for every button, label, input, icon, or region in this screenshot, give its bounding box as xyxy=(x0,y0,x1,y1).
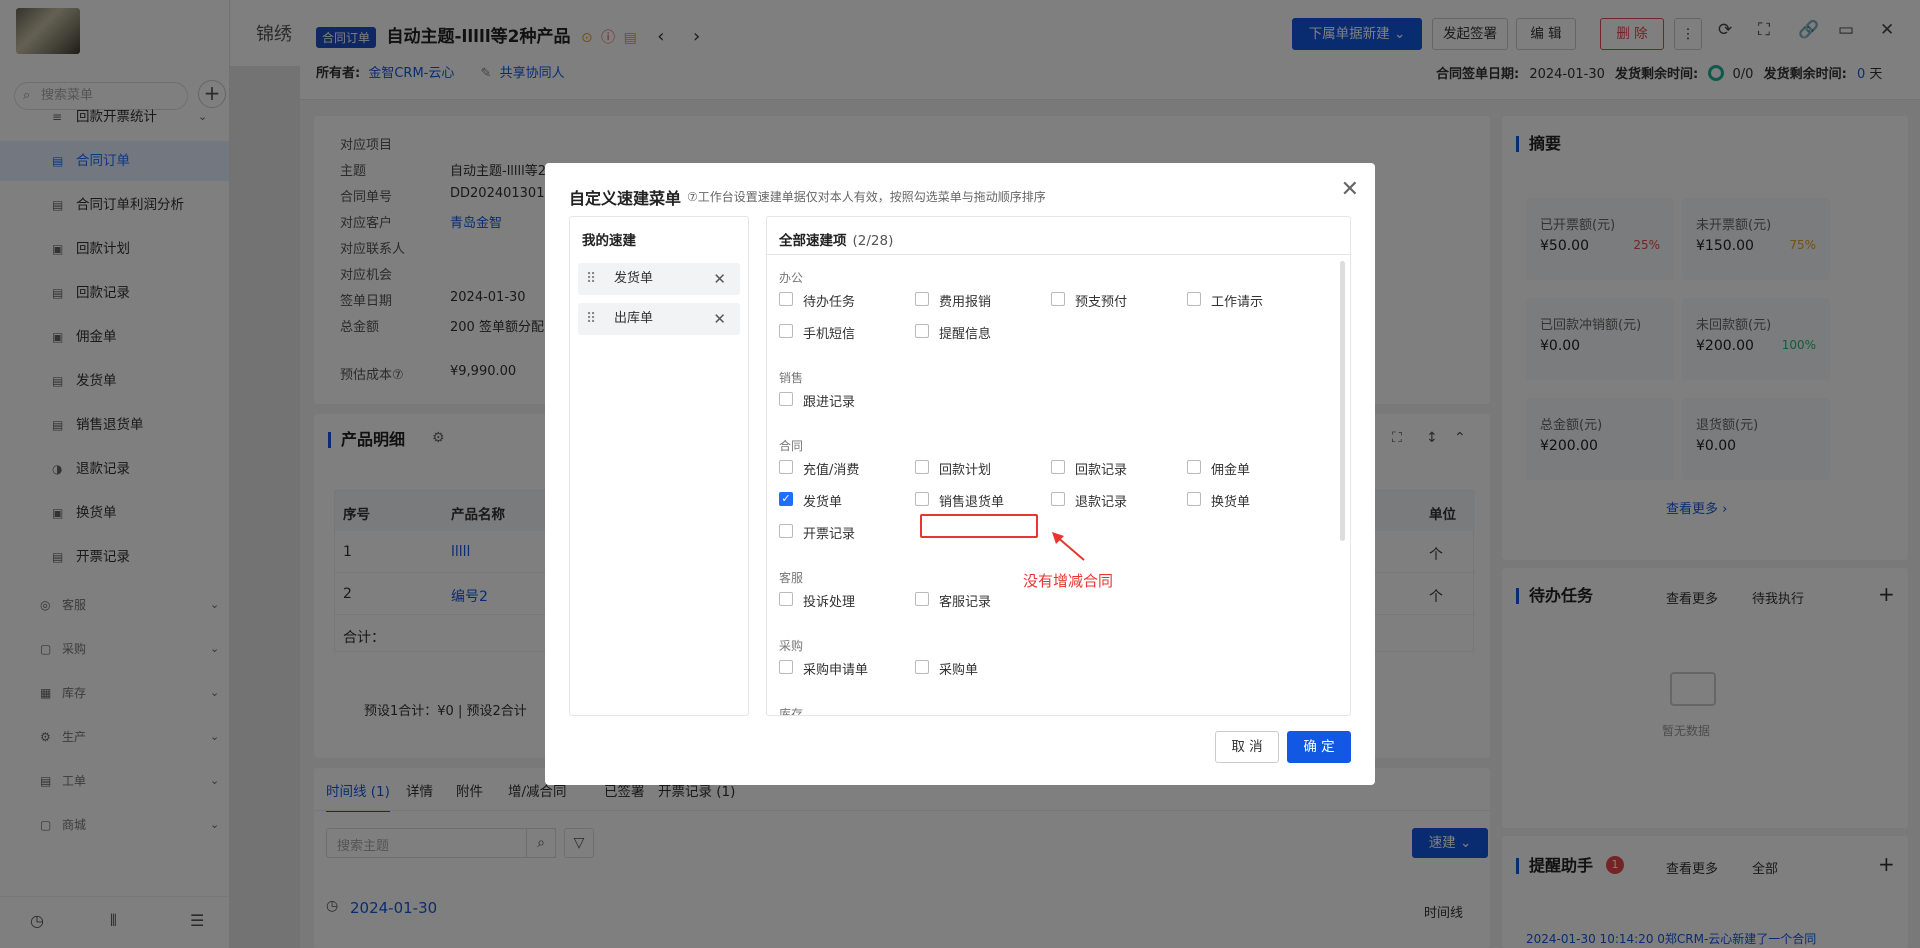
checkbox-box[interactable] xyxy=(1051,292,1065,306)
checkbox-label: 手机短信 xyxy=(803,327,856,342)
checkbox-box[interactable] xyxy=(1051,460,1065,474)
checkbox-label: 佣金单 xyxy=(1211,463,1251,478)
checkbox-label: 提醒信息 xyxy=(939,327,992,342)
checkbox-label: 预支预付 xyxy=(1075,295,1128,310)
annotation-highlight-box xyxy=(920,514,1038,538)
group-heading: 办公 xyxy=(779,271,804,285)
checkbox-label: 客服记录 xyxy=(939,595,992,610)
checkbox-label: 发货单 xyxy=(803,495,843,510)
checkbox-box[interactable] xyxy=(915,460,929,474)
selected-item-2[interactable]: ⠿ 出库单 ✕ xyxy=(578,303,740,335)
checkbox-box[interactable] xyxy=(779,292,793,306)
checkbox-box[interactable] xyxy=(779,524,793,538)
annotation-arrow-icon xyxy=(1052,532,1085,561)
all-quick-create-panel: 全部速建项 (2/28) 办公待办任务 费用报销 预支预付 工作请示手机短信 提醒信息销售… xyxy=(766,216,1351,716)
scrollbar[interactable] xyxy=(1340,261,1345,541)
checkbox-box[interactable] xyxy=(915,324,929,338)
group-heading: 合同 xyxy=(779,439,804,453)
checkbox-label: 采购申请单 xyxy=(803,663,869,678)
checkbox-box[interactable] xyxy=(915,492,929,506)
checkbox-label: 费用报销 xyxy=(939,295,992,310)
dialog-close-icon[interactable]: ✕ xyxy=(1341,179,1359,201)
my-quick-create-title: 我的速建 xyxy=(582,233,636,249)
all-quick-create-header: 全部速建项 (2/28) xyxy=(767,217,1350,255)
checkbox-box[interactable] xyxy=(779,460,793,474)
checkbox-label: 回款计划 xyxy=(939,463,992,478)
cancel-button[interactable]: 取 消 xyxy=(1215,731,1279,763)
dialog-subtitle: ⑦工作台设置速建单据仅对本人有效，按照勾选菜单与拖动顺序排序 xyxy=(687,190,1046,204)
dialog-title: 自定义速建菜单 xyxy=(569,189,682,208)
checkbox-label: 开票记录 xyxy=(803,527,856,542)
my-quick-create-panel: 我的速建 ⠿ 发货单 ✕ ⠿ 出库单 ✕ xyxy=(569,216,749,716)
remove-icon[interactable]: ✕ xyxy=(713,263,726,295)
drag-handle-icon[interactable]: ⠿ xyxy=(586,263,596,295)
checkbox-box[interactable] xyxy=(1187,292,1201,306)
checkbox-box[interactable] xyxy=(915,292,929,306)
group-heading: 销售 xyxy=(779,371,804,385)
checkbox-label: 待办任务 xyxy=(803,295,856,310)
checkbox-box[interactable] xyxy=(1051,492,1065,506)
checkbox-label: 销售退货单 xyxy=(939,495,1005,510)
group-heading: 客服 xyxy=(779,571,804,585)
checkbox-label: 回款记录 xyxy=(1075,463,1128,478)
checkbox-label: 换货单 xyxy=(1211,495,1251,510)
checkbox-box[interactable] xyxy=(779,324,793,338)
checkbox-box[interactable] xyxy=(779,592,793,606)
checkbox-box[interactable] xyxy=(1187,492,1201,506)
checkbox-label: 工作请示 xyxy=(1211,295,1264,310)
annotation-text: 没有增减合同 xyxy=(1023,572,1114,590)
checkbox-label: 跟进记录 xyxy=(803,395,856,410)
checkbox-box[interactable] xyxy=(915,660,929,674)
checkbox-label: 退款记录 xyxy=(1075,495,1128,510)
remove-icon[interactable]: ✕ xyxy=(713,303,726,335)
checkbox-label: 投诉处理 xyxy=(803,595,856,610)
checkbox-box[interactable] xyxy=(915,592,929,606)
group-heading: 采购 xyxy=(779,639,804,653)
selected-item-1[interactable]: ⠿ 发货单 ✕ xyxy=(578,263,740,295)
drag-handle-icon[interactable]: ⠿ xyxy=(586,303,596,335)
checkbox-box[interactable] xyxy=(1187,460,1201,474)
checkbox-box[interactable] xyxy=(779,392,793,406)
checkbox-box[interactable]: ✓ xyxy=(779,492,793,506)
checkbox-box[interactable] xyxy=(779,660,793,674)
checkbox-label: 充值/消费 xyxy=(803,463,860,478)
custom-quick-create-dialog: 自定义速建菜单 ⑦工作台设置速建单据仅对本人有效，按照勾选菜单与拖动顺序排序 ✕… xyxy=(545,163,1375,785)
checkbox-label: 采购单 xyxy=(939,663,979,678)
group-heading: 库存 xyxy=(779,707,804,716)
confirm-button[interactable]: 确 定 xyxy=(1287,731,1351,763)
help-icon: ⑦ xyxy=(687,190,698,204)
